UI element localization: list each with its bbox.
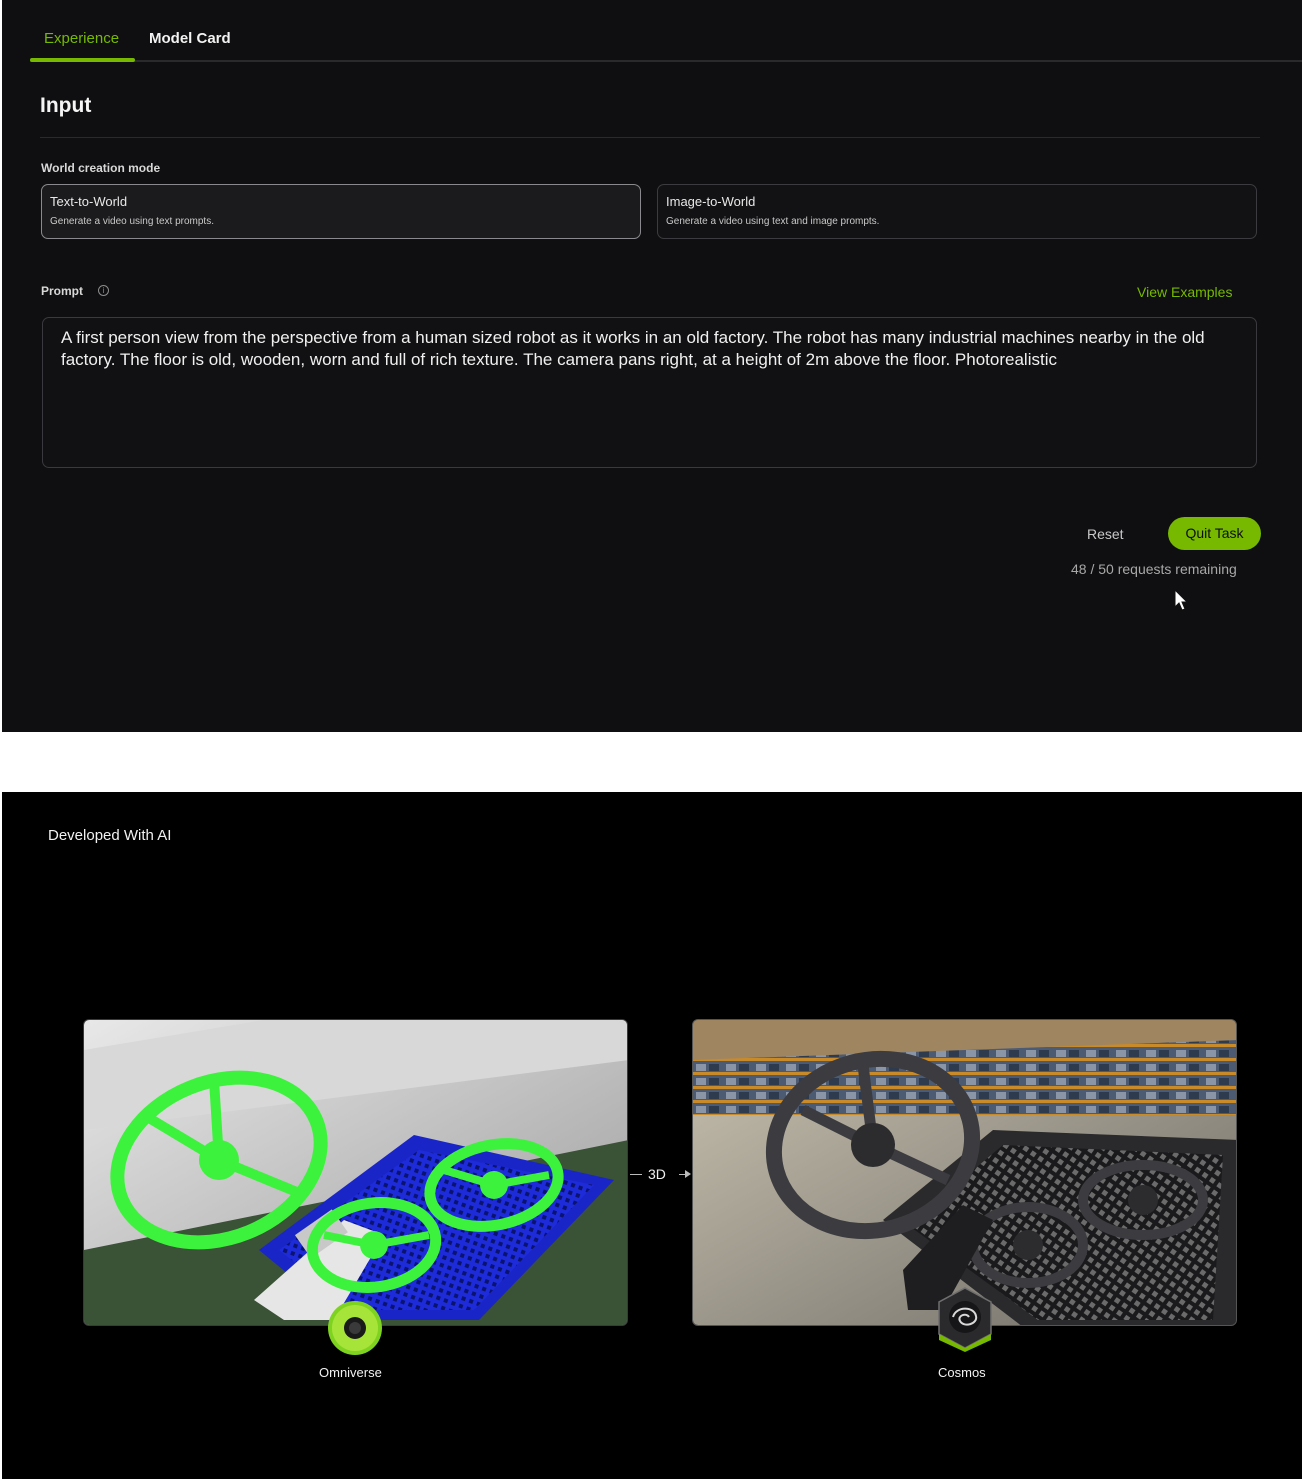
section-title: Input xyxy=(40,94,92,117)
world-creation-mode-label: World creation mode xyxy=(41,161,161,175)
omniverse-logo-icon xyxy=(328,1301,382,1355)
mode-option-description: Generate a video using text prompts. xyxy=(50,216,214,227)
arrow-right-icon xyxy=(685,1170,691,1178)
prompt-textarea[interactable]: A first person view from the perspective… xyxy=(42,317,1257,468)
arrow-line xyxy=(630,1174,642,1175)
mode-option-title: Image-to-World xyxy=(666,194,756,209)
showcase-title: Developed With AI xyxy=(48,827,172,844)
cosmos-logo-icon xyxy=(938,1287,992,1352)
mouse-cursor-icon xyxy=(1174,589,1189,611)
divider xyxy=(40,137,1260,138)
showcase-panel: Developed With AI 3D Omniverse Cosmos xyxy=(2,792,1302,1479)
quit-task-button[interactable]: Quit Task xyxy=(1168,517,1261,550)
active-tab-indicator xyxy=(30,58,135,62)
input-panel: Experience Model Card Input World creati… xyxy=(2,0,1302,732)
reset-button[interactable]: Reset xyxy=(1087,526,1124,542)
view-examples-link[interactable]: View Examples xyxy=(1137,284,1232,300)
cosmos-label: Cosmos xyxy=(938,1365,986,1380)
mode-option-description: Generate a video using text and image pr… xyxy=(666,216,880,227)
mode-option-title: Text-to-World xyxy=(50,194,128,209)
requests-remaining: 48 / 50 requests remaining xyxy=(1071,561,1237,577)
omniverse-label: Omniverse xyxy=(319,1365,382,1380)
tab-model-card[interactable]: Model Card xyxy=(149,30,231,47)
cosmos-render-image xyxy=(692,1019,1237,1326)
mode-option-text-to-world[interactable]: Text-to-World Generate a video using tex… xyxy=(41,184,641,239)
mode-option-image-to-world[interactable]: Image-to-World Generate a video using te… xyxy=(657,184,1257,239)
omniverse-render-image xyxy=(83,1019,628,1326)
arrow-label: 3D xyxy=(648,1166,666,1182)
prompt-label: Prompt xyxy=(41,284,83,298)
info-icon[interactable]: i xyxy=(98,285,109,296)
tab-experience[interactable]: Experience xyxy=(44,30,119,47)
tab-bar: Experience Model Card xyxy=(30,0,1302,62)
